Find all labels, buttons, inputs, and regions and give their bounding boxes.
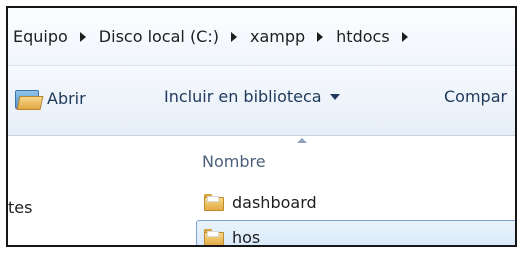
include-in-library-button[interactable]: Incluir en biblioteca: [164, 87, 340, 106]
share-button[interactable]: Compar: [444, 87, 507, 106]
folder-icon: [204, 228, 224, 245]
breadcrumb-arrow-icon[interactable]: [401, 31, 408, 42]
include-in-library-label: Incluir en biblioteca: [164, 87, 322, 106]
folder-name: hos: [232, 227, 261, 247]
breadcrumb-xampp[interactable]: xampp: [250, 27, 336, 46]
breadcrumb-disco-local[interactable]: Disco local (C:): [99, 27, 250, 46]
breadcrumb-arrow-icon[interactable]: [317, 31, 324, 42]
share-button-label: Compar: [444, 87, 508, 106]
breadcrumb-label: xampp: [249, 27, 306, 46]
sort-ascending-icon: [297, 138, 307, 143]
folder-name: dashboard: [232, 192, 317, 212]
breadcrumb-label: Disco local (C:): [98, 27, 219, 46]
address-bar[interactable]: Equipo Disco local (C:) xampp htdocs: [8, 8, 515, 66]
column-header-name[interactable]: Nombre: [202, 152, 266, 171]
breadcrumb-arrow-icon[interactable]: [79, 31, 86, 42]
breadcrumb-label: htdocs: [336, 27, 390, 46]
open-folder-icon: [15, 87, 44, 110]
folder-row-hos[interactable]: hos: [196, 220, 515, 247]
breadcrumb-arrow-icon[interactable]: [230, 31, 237, 42]
command-bar: Abrir Incluir en biblioteca Compar: [8, 66, 515, 136]
explorer-window: Equipo Disco local (C:) xampp htdocs Abr…: [6, 6, 517, 247]
folder-icon: [204, 193, 224, 211]
breadcrumb-equipo[interactable]: Equipo: [13, 27, 99, 46]
open-button-label: Abrir: [47, 88, 86, 108]
folder-row-dashboard[interactable]: dashboard: [196, 185, 515, 219]
navigation-pane: tes: [8, 136, 193, 245]
open-button[interactable]: Abrir: [15, 87, 86, 110]
breadcrumb-label: Equipo: [13, 27, 68, 46]
nav-pane-item[interactable]: tes: [8, 198, 32, 217]
file-list: Nombre dashboard hos: [193, 136, 515, 247]
breadcrumb-htdocs[interactable]: htdocs: [336, 27, 421, 46]
chevron-down-icon: [329, 93, 340, 100]
